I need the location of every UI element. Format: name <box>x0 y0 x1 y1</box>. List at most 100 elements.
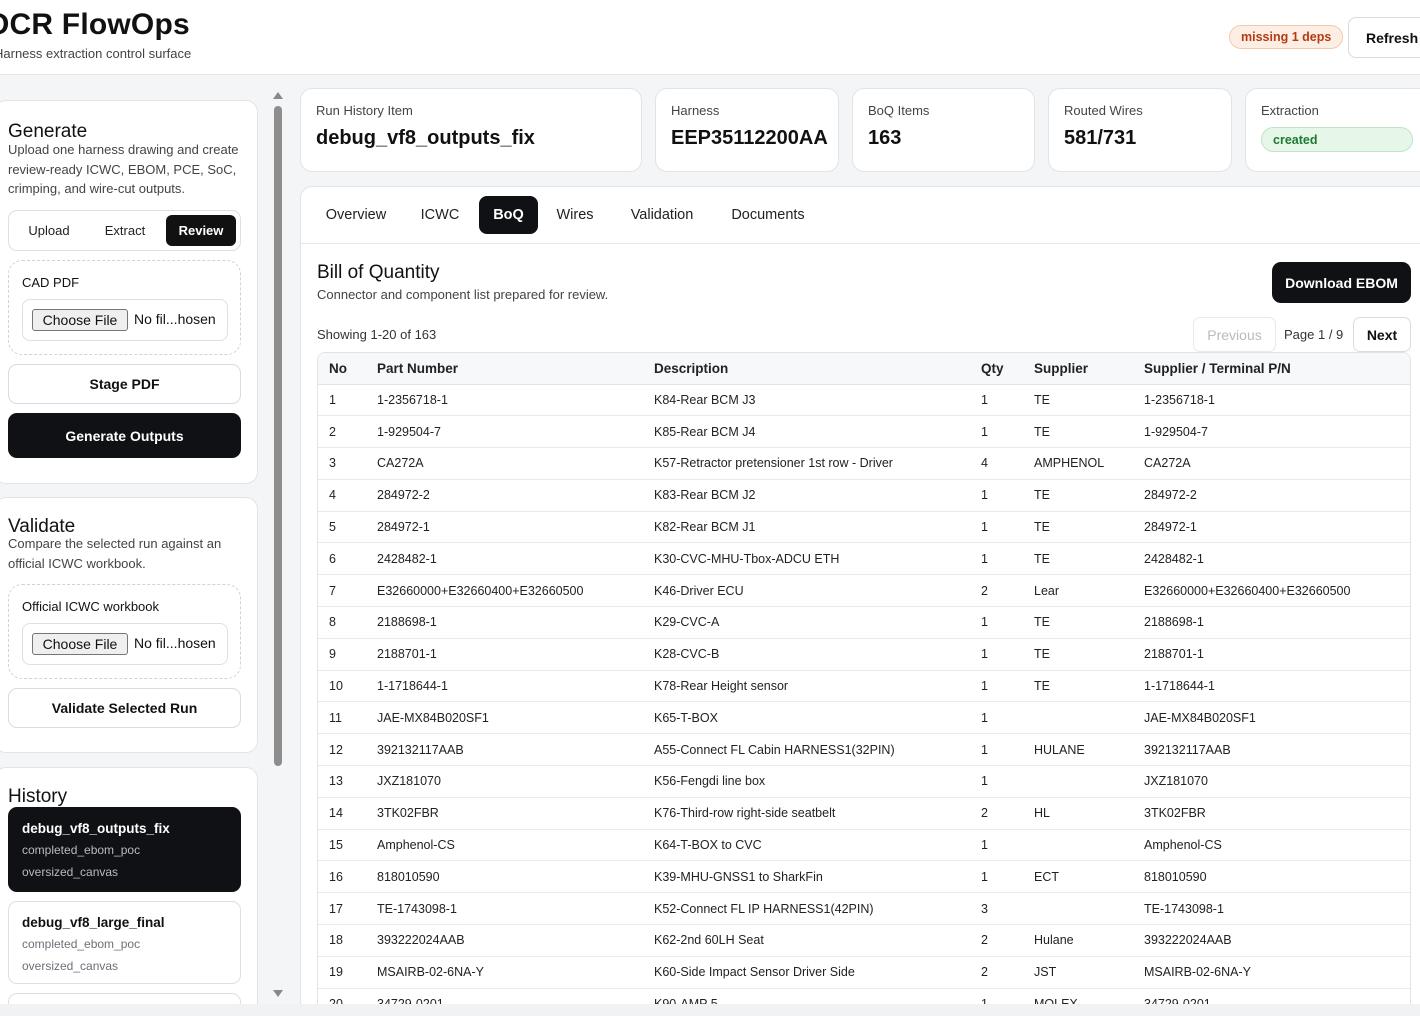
icwc-workbook-label: Official ICWC workbook <box>22 599 160 614</box>
validate-selected-run-button[interactable]: Validate Selected Run <box>8 688 241 728</box>
table-cell: K28-CVC-B <box>643 638 970 671</box>
refresh-button[interactable]: Refresh <box>1348 17 1420 58</box>
table-cell: 2 <box>318 415 366 449</box>
table-cell: TE <box>1023 384 1133 417</box>
table-cell: 393222024AAB <box>366 924 643 957</box>
table-cell: K76-Third-row right-side seatbelt <box>643 797 970 830</box>
table-cell: 1 <box>970 384 1023 417</box>
table-row[interactable]: 6 2428482-1 K30-CVC-MHU-Tbox-ADCU ETH 1 TE 24… <box>318 542 1410 576</box>
table-cell: 1 <box>970 733 1023 767</box>
table-cell: AMPHENOL <box>1023 447 1133 480</box>
table-row[interactable]: 14 3TK02FBR K76-Third-row right-side seatb… <box>318 797 1410 830</box>
step-upload[interactable]: Upload <box>13 215 85 246</box>
table-row[interactable]: 10 1-1718644-1 K78-Rear Height sensor 1 TE 1-… <box>318 670 1410 703</box>
table-cell: 1-1718644-1 <box>366 670 643 703</box>
scrollbar-thumb[interactable] <box>274 106 282 766</box>
table-cell: TE-1743098-1 <box>366 892 643 926</box>
table-cell: JAE-MX84B020SF1 <box>1133 701 1410 735</box>
boq-table: No Part Number Description Qty Supplier … <box>317 352 1411 1016</box>
table-row[interactable]: 13 JXZ181070 K56-Fengdi line box 1 JXZ181070 <box>318 765 1410 798</box>
stat-harness: Harness EEP35112200AA <box>655 88 839 172</box>
table-cell: 13 <box>318 765 366 798</box>
tab-boq[interactable]: BoQ <box>479 196 538 234</box>
scroll-up-arrow-icon[interactable] <box>273 92 283 99</box>
table-cell: 2 <box>970 924 1023 957</box>
scroll-down-arrow-icon[interactable] <box>273 990 283 997</box>
table-cell: 1 <box>970 765 1023 798</box>
stat-label: Run History Item <box>316 103 413 118</box>
stat-value: debug_vf8_outputs_fix <box>316 127 535 149</box>
table-row[interactable]: 11 JAE-MX84B020SF1 K65-T-BOX 1 JAE-MX84B020S… <box>318 701 1410 735</box>
table-cell: 11 <box>318 701 366 735</box>
cad-choose-file-button[interactable]: Choose File <box>32 309 128 331</box>
table-cell: 16 <box>318 860 366 894</box>
table-row[interactable]: 17 TE-1743098-1 K52-Connect FL IP HARNESS1… <box>318 892 1410 926</box>
stat-label: Harness <box>671 103 720 118</box>
table-row[interactable]: 2 1-929504-7 K85-Rear BCM J4 1 TE 1-929504-7 <box>318 415 1410 449</box>
tab-wires[interactable]: Wires <box>546 196 604 234</box>
extraction-status-badge: created <box>1261 127 1413 152</box>
table-cell: 1-929504-7 <box>366 415 643 449</box>
table-cell: 7 <box>318 574 366 608</box>
table-cell: Hulane <box>1023 924 1133 957</box>
table-row[interactable]: 3 CA272A K57-Retractor pretensioner 1st ro… <box>318 447 1410 480</box>
history-item[interactable]: debug_vf8_outputs_fix completed_ebom_poc… <box>8 807 241 892</box>
icwc-choose-file-button[interactable]: Choose File <box>32 633 128 655</box>
step-selector: Upload Extract Review <box>8 210 241 251</box>
table-cell: K65-T-BOX <box>643 701 970 735</box>
sidebar-scrollbar[interactable] <box>271 90 285 1002</box>
icwc-workbook-dropzone[interactable]: Official ICWC workbook Choose File No fi… <box>8 584 241 679</box>
history-item-name: debug_vf8_large_final <box>22 915 165 930</box>
table-cell: 2 <box>970 574 1023 608</box>
table-row[interactable]: 4 284972-2 K83-Rear BCM J2 1 TE 284972-2 <box>318 479 1410 512</box>
tab-documents[interactable]: Documents <box>721 196 815 234</box>
table-cell: 3 <box>970 892 1023 926</box>
table-cell: JXZ181070 <box>1133 765 1410 798</box>
cad-pdf-dropzone[interactable]: CAD PDF Choose File No fil...hosen <box>8 260 241 355</box>
stage-pdf-button[interactable]: Stage PDF <box>8 364 241 404</box>
tab-validation[interactable]: Validation <box>617 196 707 234</box>
table-cell: 1 <box>970 829 1023 862</box>
app-header: OCR FlowOps Harness extraction control s… <box>0 0 1420 75</box>
history-item-flag: oversized_canvas <box>22 959 119 973</box>
table-cell: 8 <box>318 606 366 639</box>
tab-overview[interactable]: Overview <box>311 196 401 234</box>
table-cell: TE-1743098-1 <box>1133 892 1410 926</box>
showing-count: Showing 1-20 of 163 <box>317 327 437 342</box>
missing-deps-badge: missing 1 deps <box>1229 25 1344 49</box>
table-row[interactable]: 1 1-2356718-1 K84-Rear BCM J3 1 TE 1-2356718-… <box>318 384 1410 417</box>
table-cell: HULANE <box>1023 733 1133 767</box>
icwc-file-status: No fil...hosen <box>134 635 216 651</box>
download-ebom-button[interactable]: Download EBOM <box>1272 262 1411 303</box>
generate-outputs-button[interactable]: Generate Outputs <box>8 413 241 458</box>
history-item-status: completed_ebom_poc <box>22 843 141 857</box>
table-cell: 1-929504-7 <box>1133 415 1410 449</box>
table-cell: 2188701-1 <box>1133 638 1410 671</box>
history-item[interactable]: debug_vf8_large_final completed_ebom_poc… <box>8 901 241 984</box>
table-cell: 2188698-1 <box>1133 606 1410 639</box>
icwc-file-input[interactable]: Choose File No fil...hosen <box>22 623 228 665</box>
table-cell: 6 <box>318 542 366 576</box>
tab-icwc[interactable]: ICWC <box>409 196 471 234</box>
table-row[interactable]: 19 MSAIRB-02-6NA-Y K60-Side Impact Sensor … <box>318 956 1410 989</box>
table-row[interactable]: 8 2188698-1 K29-CVC-A 1 TE 2188698-1 <box>318 606 1410 639</box>
table-row[interactable]: 12 392132117AAB A55-Connect FL Cabin HARNE… <box>318 733 1410 767</box>
table-row[interactable]: 5 284972-1 K82-Rear BCM J1 1 TE 284972-1 <box>318 511 1410 544</box>
table-cell: 284972-1 <box>366 511 643 544</box>
table-row[interactable]: 18 393222024AAB K62-2nd 60LH Seat 2 Hulane 39… <box>318 924 1410 957</box>
step-extract[interactable]: Extract <box>89 215 161 246</box>
table-cell: 5 <box>318 511 366 544</box>
boq-subtitle: Connector and component list prepared fo… <box>317 287 609 302</box>
table-cell: 1 <box>970 542 1023 576</box>
step-review[interactable]: Review <box>166 215 236 246</box>
table-cell: TE <box>1023 670 1133 703</box>
table-row[interactable]: 9 2188701-1 K28-CVC-B 1 TE 2188701-1 <box>318 638 1410 671</box>
table-cell: 4 <box>318 479 366 512</box>
next-page-button[interactable]: Next <box>1353 317 1411 352</box>
table-row[interactable]: 7 E32660000+E32660400+E32660500 K46-Driver… <box>318 574 1410 608</box>
previous-page-button[interactable]: Previous <box>1193 317 1276 352</box>
table-row[interactable]: 16 818010590 K39-MHU-GNSS1 to SharkFin 1 ECT… <box>318 860 1410 894</box>
table-cell: 10 <box>318 670 366 703</box>
table-row[interactable]: 15 Amphenol-CS K64-T-BOX to CVC 1 Amphenol-C… <box>318 829 1410 862</box>
cad-file-input[interactable]: Choose File No fil...hosen <box>22 299 228 341</box>
